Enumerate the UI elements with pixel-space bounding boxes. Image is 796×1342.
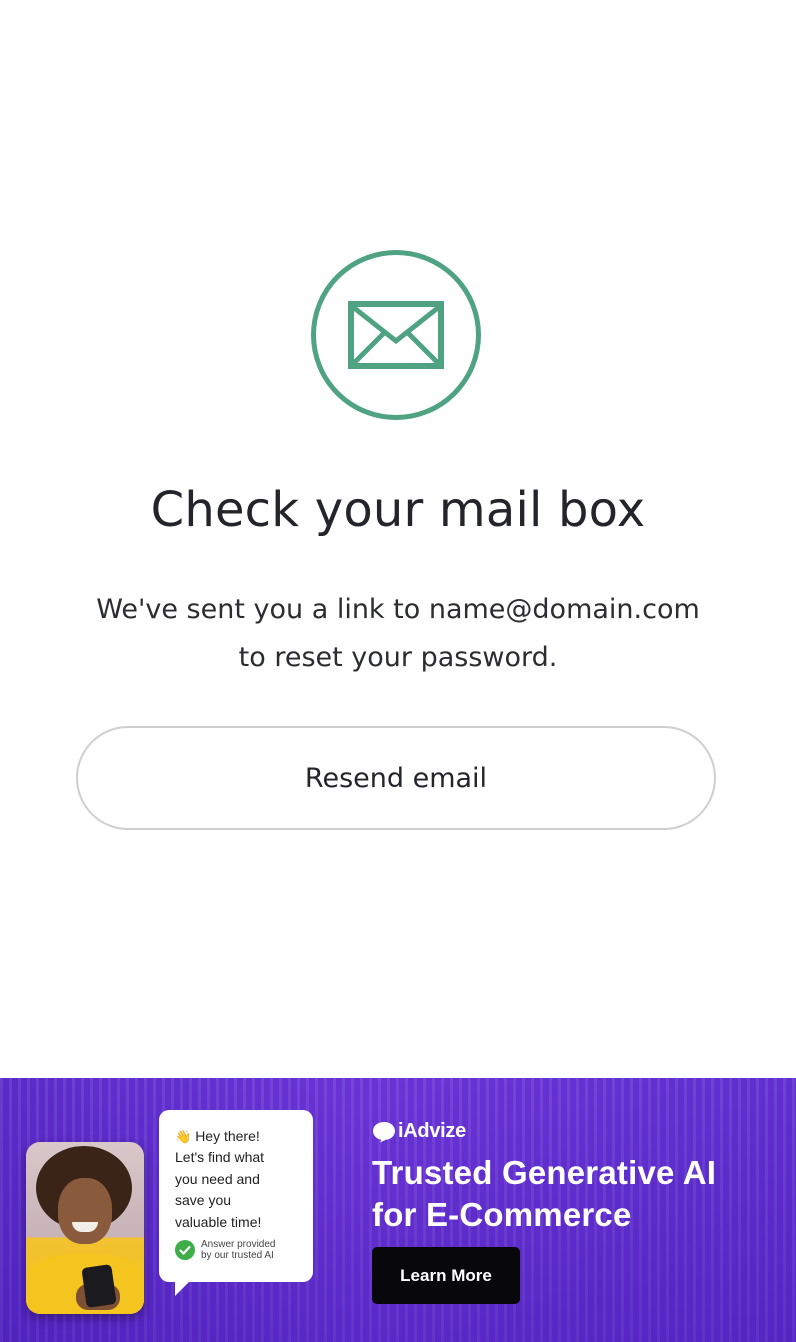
chat-line: Let's find what: [175, 1149, 265, 1165]
mail-badge: [311, 250, 481, 420]
envelope-icon: [348, 301, 444, 369]
chat-footnote-line-2: by our trusted AI: [201, 1250, 274, 1261]
chat-footnote: Answer provided by our trusted AI: [201, 1239, 275, 1261]
brand-logo: iAdvize: [372, 1120, 466, 1143]
check-circle-icon: [175, 1240, 195, 1260]
waving-hand-icon: 👋: [175, 1129, 192, 1144]
ad-headline: Trusted Generative AI for E-Commerce: [372, 1152, 782, 1236]
photo-phone: [81, 1264, 117, 1308]
chat-greeting: Hey there!: [195, 1128, 260, 1144]
speech-bubble-icon: [373, 1121, 395, 1142]
chat-greeting-row: 👋 Hey there!: [175, 1126, 299, 1147]
chat-line: you need and: [175, 1170, 260, 1187]
resend-email-button[interactable]: Resend email: [76, 726, 716, 830]
chat-footer: Answer provided by our trusted AI: [175, 1239, 299, 1261]
message-line-2: to reset your password.: [238, 642, 558, 673]
confirmation-message: We've sent you a link to name@domain.com…: [60, 586, 736, 682]
brand-name: iAdvize: [398, 1120, 466, 1142]
learn-more-button[interactable]: Learn More: [372, 1247, 520, 1304]
ad-photo-woman-with-phone: [26, 1142, 144, 1314]
ad-headline-line-2: for E-Commerce: [372, 1196, 632, 1233]
ad-headline-line-1: Trusted Generative AI: [372, 1154, 717, 1191]
photo-face: [58, 1178, 112, 1244]
chat-line: valuable time!: [175, 1213, 262, 1230]
ad-chat-bubble: 👋 Hey there! Let's find what you need an…: [159, 1110, 313, 1296]
chat-footnote-line-1: Answer provided: [201, 1239, 276, 1250]
page-title: Check your mail box: [150, 482, 646, 538]
chat-line: save you: [175, 1192, 232, 1208]
message-line-1: We've sent you a link to name@domain.com: [96, 594, 700, 625]
ad-banner[interactable]: 👋 Hey there! Let's find what you need an…: [0, 1078, 796, 1342]
page: Check your mail box We've sent you a lin…: [0, 0, 796, 1342]
